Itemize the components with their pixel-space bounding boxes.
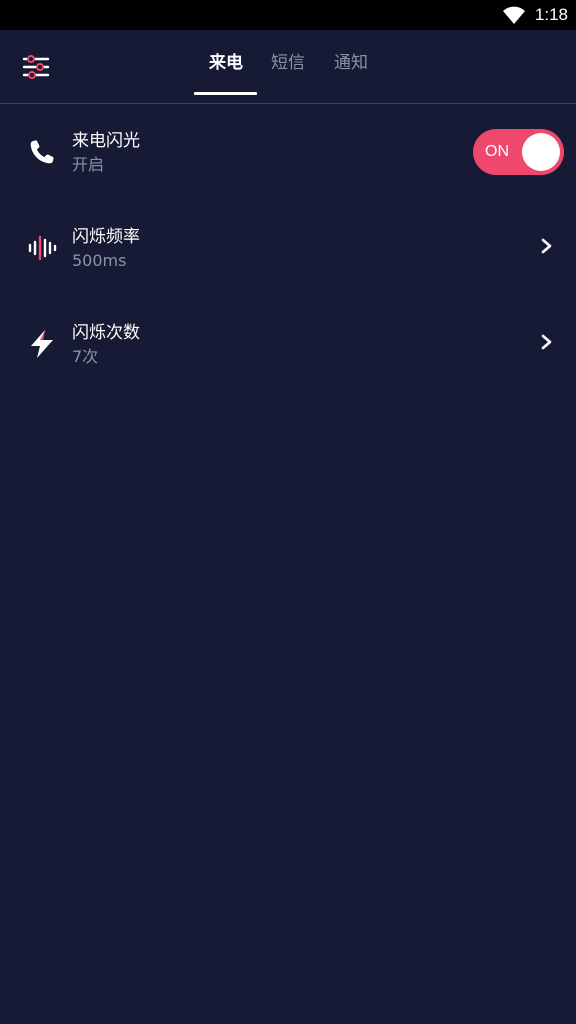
sound-wave-icon — [28, 235, 57, 261]
toggle-label: ON — [485, 143, 509, 160]
wifi-icon — [503, 6, 525, 24]
setting-title: 来电闪光 — [72, 131, 140, 151]
status-time: 1:18 — [534, 5, 568, 24]
setting-row-flash-count[interactable]: 闪烁次数 7次 — [0, 304, 576, 384]
app-bar: 来电 短信 通知 — [0, 30, 576, 104]
setting-subtitle: 7次 — [72, 347, 99, 366]
setting-title: 闪烁次数 — [72, 323, 140, 343]
tab-notification[interactable]: 通知 — [334, 52, 368, 74]
call-flash-toggle[interactable]: ON — [473, 129, 564, 175]
settings-menu-button[interactable] — [22, 54, 50, 80]
lightning-icon — [31, 330, 53, 358]
chevron-right-icon — [541, 238, 552, 254]
setting-row-flash-frequency[interactable]: 闪烁频率 500ms — [0, 208, 576, 288]
tab-sms[interactable]: 短信 — [271, 52, 305, 74]
setting-row-call-flash[interactable]: 来电闪光 开启 ON — [0, 112, 576, 192]
setting-subtitle: 500ms — [72, 251, 127, 270]
status-bar: 1:18 — [0, 0, 576, 30]
setting-title: 闪烁频率 — [72, 227, 140, 247]
tab-incoming-call[interactable]: 来电 — [209, 52, 243, 74]
setting-subtitle: 开启 — [72, 155, 105, 174]
settings-sliders-icon — [22, 55, 50, 79]
phone-icon — [30, 140, 54, 164]
toggle-knob — [522, 133, 560, 171]
tab-indicator — [194, 92, 257, 95]
chevron-right-icon — [541, 334, 552, 350]
